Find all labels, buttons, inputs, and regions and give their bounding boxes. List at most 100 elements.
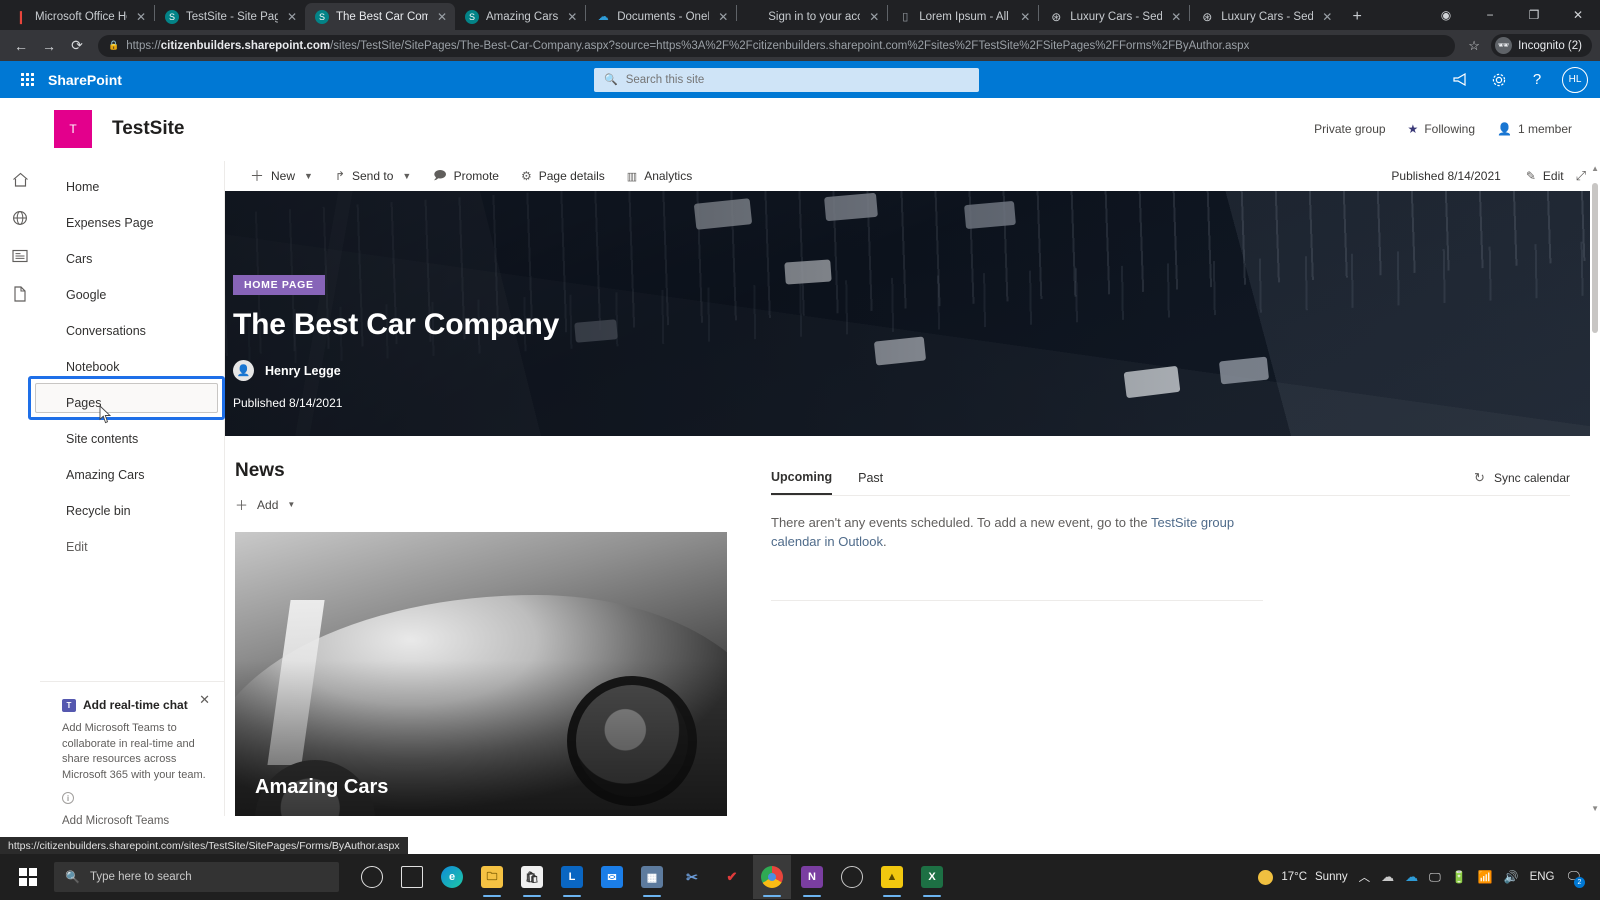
analytics-button[interactable]: ▥ Analytics: [616, 161, 703, 191]
scrollbar-thumb[interactable]: [1592, 183, 1598, 333]
close-icon[interactable]: ✕: [1018, 10, 1032, 24]
snip-tool-icon[interactable]: ✂: [673, 855, 711, 899]
battery-icon[interactable]: 🔋: [1452, 870, 1467, 884]
taskbar-search-box[interactable]: 🔍 Type here to search: [54, 862, 339, 892]
members-button[interactable]: 👤 1 member: [1497, 122, 1572, 136]
close-icon[interactable]: ✕: [1320, 10, 1334, 24]
weather-widget[interactable]: 17°C Sunny: [1258, 869, 1348, 885]
close-icon[interactable]: ✕: [867, 10, 881, 24]
cortana-icon[interactable]: [353, 855, 391, 899]
browser-tab[interactable]: S Amazing Cars ✕: [455, 3, 585, 30]
help-icon[interactable]: ?: [1520, 63, 1554, 97]
cloud-icon[interactable]: ☁: [1381, 869, 1394, 885]
news-card[interactable]: Amazing Cars: [235, 532, 727, 816]
sidebar-item-notebook[interactable]: Notebook: [40, 349, 224, 385]
close-icon[interactable]: ✕: [565, 10, 579, 24]
minimize-button[interactable]: −: [1468, 0, 1512, 30]
browser-tab-active[interactable]: S The Best Car Company ✕: [305, 3, 455, 30]
language-indicator[interactable]: ENG: [1530, 871, 1555, 883]
mail-icon[interactable]: ✉: [593, 855, 631, 899]
new-button[interactable]: ＋ New ▼: [239, 161, 324, 191]
close-icon[interactable]: ✕: [716, 10, 730, 24]
browser-tab[interactable]: S TestSite - Site Pages - ✕: [155, 3, 305, 30]
add-microsoft-teams-link[interactable]: Add Microsoft Teams: [62, 815, 210, 827]
maximize-button[interactable]: ❐: [1512, 0, 1556, 30]
sidebar-item-google[interactable]: Google: [40, 277, 224, 313]
close-icon[interactable]: ✕: [1169, 10, 1183, 24]
scroll-down-arrow-icon[interactable]: ▼: [1591, 804, 1599, 813]
chevron-up-icon[interactable]: ︿: [1359, 869, 1371, 885]
files-icon[interactable]: [9, 283, 31, 305]
browser-tab[interactable]: Sign in to your account ✕: [737, 3, 887, 30]
news-feed-icon[interactable]: [9, 245, 31, 267]
search-input[interactable]: [625, 73, 969, 86]
bookmark-star-icon[interactable]: ☆: [1463, 38, 1485, 54]
display-icon[interactable]: 🖵: [1429, 870, 1441, 885]
info-icon[interactable]: i: [62, 792, 74, 805]
browser-tab[interactable]: ☁ Documents - OneDrive ✕: [586, 3, 736, 30]
back-icon[interactable]: ←: [8, 33, 34, 59]
calculator-icon[interactable]: ▦: [633, 855, 671, 899]
power-bi-icon[interactable]: ▲: [873, 855, 911, 899]
globe-icon[interactable]: [9, 207, 31, 229]
speaker-icon[interactable]: 🔊: [1504, 870, 1519, 884]
close-icon[interactable]: ✕: [134, 10, 148, 24]
send-to-button[interactable]: ↱ Send to ▼: [324, 161, 422, 191]
browser-tab[interactable]: ▯ Lorem Ipsum - All the ✕: [888, 3, 1038, 30]
page-details-button[interactable]: ⚙ Page details: [510, 161, 616, 191]
onenote-icon[interactable]: N: [793, 855, 831, 899]
scroll-up-arrow-icon[interactable]: ▲: [1591, 164, 1599, 173]
sidebar-item-site-contents[interactable]: Site contents: [40, 421, 224, 457]
sidebar-item-recycle-bin[interactable]: Recycle bin: [40, 493, 224, 529]
expand-icon[interactable]: ⤢: [1576, 168, 1586, 184]
extension-icon[interactable]: ◉: [1424, 0, 1468, 30]
avatar[interactable]: HL: [1562, 66, 1588, 93]
sidebar-item-expenses-page[interactable]: Expenses Page: [40, 205, 224, 241]
forward-icon[interactable]: →: [36, 33, 62, 59]
incognito-indicator[interactable]: 🕶 Incognito (2): [1491, 34, 1592, 57]
promote-button[interactable]: 🗩 Promote: [422, 161, 510, 191]
wifi-icon[interactable]: 📶: [1478, 870, 1493, 884]
teams-icon[interactable]: [833, 855, 871, 899]
close-icon[interactable]: ✕: [199, 692, 210, 708]
gear-icon[interactable]: [1482, 63, 1516, 97]
reload-icon[interactable]: ⟳: [64, 33, 90, 59]
linkedin-icon[interactable]: L: [553, 855, 591, 899]
megaphone-icon[interactable]: [1444, 63, 1478, 97]
browser-tab[interactable]: ⊛ Luxury Cars - Sedans, ✕: [1039, 3, 1189, 30]
sidebar-item-cars[interactable]: Cars: [40, 241, 224, 277]
file-explorer-icon[interactable]: 🗀: [473, 855, 511, 899]
sync-calendar-button[interactable]: ↻ Sync calendar: [1474, 470, 1570, 495]
sidebar-item-pages[interactable]: Pages: [40, 385, 224, 421]
site-logo[interactable]: T: [54, 110, 92, 148]
sidebar-item-conversations[interactable]: Conversations: [40, 313, 224, 349]
address-bar[interactable]: 🔒 https://citizenbuilders.sharepoint.com…: [98, 34, 1456, 57]
sidebar-item-edit[interactable]: Edit: [40, 529, 224, 565]
edge-icon[interactable]: e: [433, 855, 471, 899]
browser-tab[interactable]: ❙ Microsoft Office Home ✕: [4, 3, 154, 30]
store-icon[interactable]: 🛍: [513, 855, 551, 899]
todo-icon[interactable]: ✔: [713, 855, 751, 899]
task-view-icon[interactable]: [393, 855, 431, 899]
close-window-button[interactable]: ✕: [1556, 0, 1600, 30]
news-add-button[interactable]: ＋ Add ▼: [235, 495, 745, 514]
notification-icon[interactable]: 🗨 2: [1565, 869, 1585, 888]
following-button[interactable]: ★ Following: [1408, 122, 1475, 136]
site-search-box[interactable]: 🔍: [594, 67, 979, 92]
app-launcher-icon[interactable]: [12, 65, 42, 95]
tab-upcoming[interactable]: Upcoming: [771, 470, 833, 495]
tab-past[interactable]: Past: [858, 471, 883, 494]
onedrive-icon[interactable]: ☁: [1405, 869, 1418, 885]
browser-tab[interactable]: ⊛ Luxury Cars - Sedans, ✕: [1190, 3, 1340, 30]
new-tab-button[interactable]: +: [1344, 4, 1370, 30]
close-icon[interactable]: ✕: [435, 10, 449, 24]
close-icon[interactable]: ✕: [285, 10, 299, 24]
excel-icon[interactable]: X: [913, 855, 951, 899]
page-scrollbar[interactable]: ▲ ▼: [1590, 161, 1600, 816]
sidebar-item-home[interactable]: Home: [40, 169, 224, 205]
chrome-icon[interactable]: [753, 855, 791, 899]
sharepoint-brand[interactable]: SharePoint: [48, 72, 122, 88]
windows-icon[interactable]: [6, 855, 50, 899]
sidebar-item-amazing-cars[interactable]: Amazing Cars: [40, 457, 224, 493]
author-name[interactable]: Henry Legge: [265, 364, 341, 378]
